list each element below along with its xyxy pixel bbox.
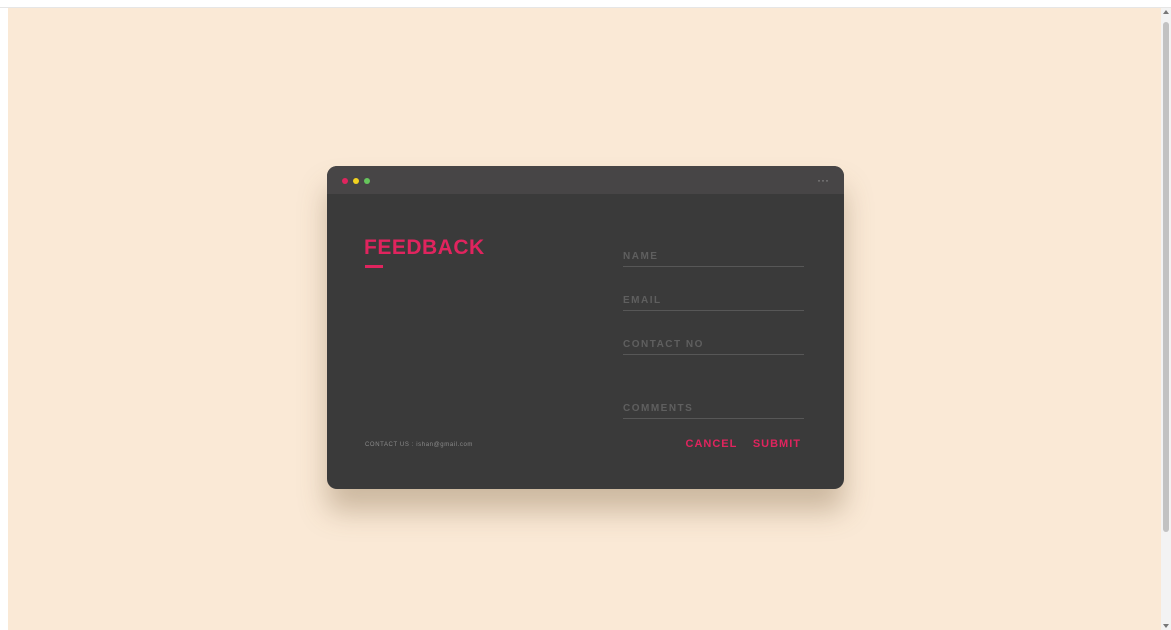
page-title: FEEDBACK [364,236,485,259]
form-actions: CANCEL SUBMIT [675,434,801,452]
name-field [623,246,804,267]
submit-button[interactable]: SUBMIT [753,438,801,450]
close-dot-icon[interactable] [342,178,348,184]
title-underline [365,265,383,268]
scroll-down-icon[interactable] [1163,624,1169,628]
vertical-scrollbar[interactable] [1161,8,1171,630]
maximize-dot-icon[interactable] [364,178,370,184]
comments-input[interactable] [623,398,804,418]
feedback-window: ··· FEEDBACK CONTACT US : ishan@gmail.co… [327,166,844,489]
scrollbar-thumb[interactable] [1163,22,1169,532]
browser-top-edge [0,0,1171,8]
page-viewport: ··· FEEDBACK CONTACT US : ishan@gmail.co… [8,8,1161,630]
scroll-up-icon[interactable] [1163,10,1169,14]
window-titlebar: ··· [327,166,844,194]
comments-field [623,398,804,419]
contact-field [623,334,804,355]
cancel-button[interactable]: CANCEL [686,438,738,450]
more-options-icon[interactable]: ··· [817,174,829,186]
email-field [623,290,804,311]
contact-us-text: CONTACT US : ishan@gmail.com [365,442,474,448]
contact-no-input[interactable] [623,334,804,354]
name-input[interactable] [623,246,804,266]
email-input[interactable] [623,290,804,310]
minimize-dot-icon[interactable] [353,178,359,184]
